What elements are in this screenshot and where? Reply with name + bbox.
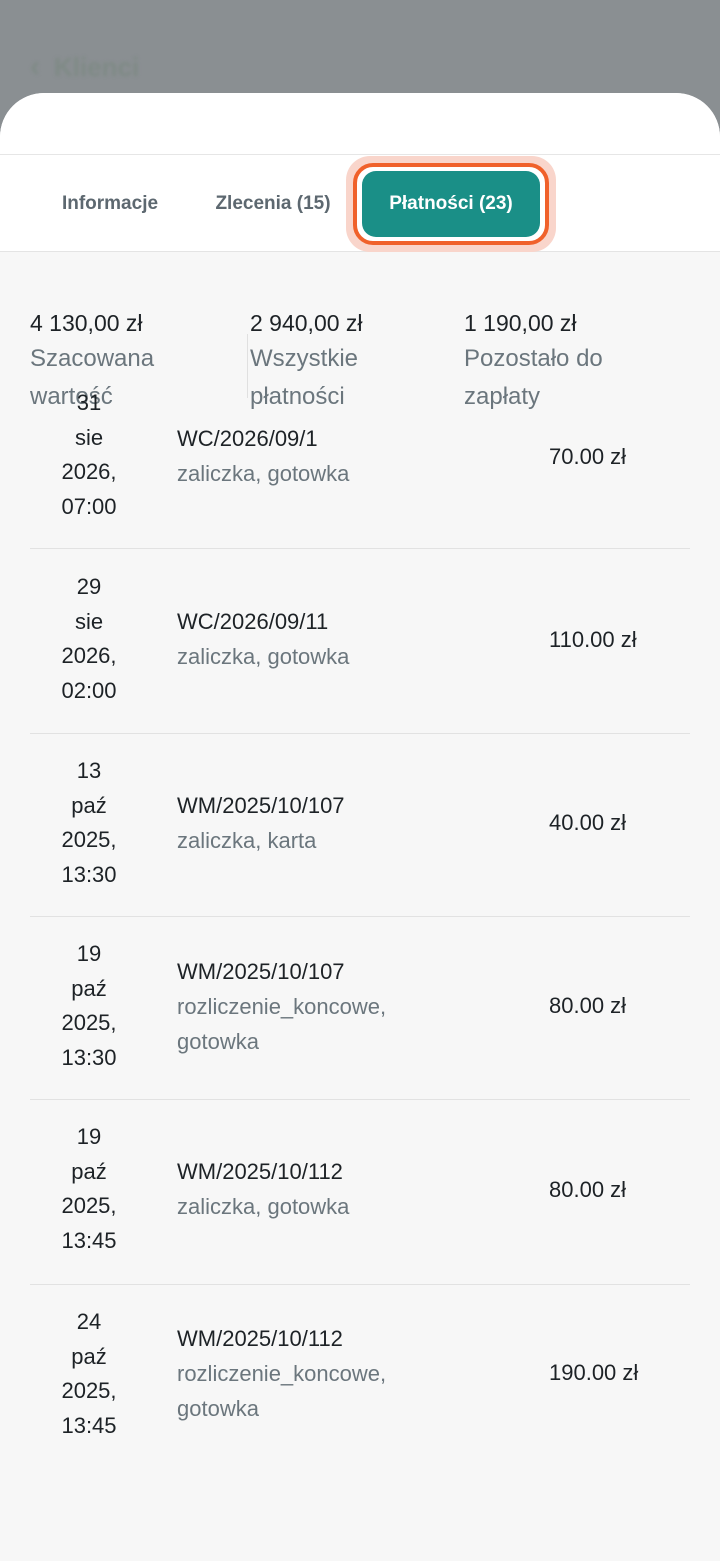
payment-row[interactable]: 24 paź 2025, 13:45 WM/2025/10/112 rozlic… bbox=[30, 1285, 690, 1467]
payment-ref: WM/2025/10/107 bbox=[177, 959, 345, 984]
payment-time: 02:00 bbox=[61, 677, 117, 703]
summary-amount: 1 190,00 zł bbox=[464, 310, 577, 336]
payment-row[interactable]: 13 paź 2025, 13:30 WM/2025/10/107 zalicz… bbox=[30, 734, 690, 917]
payment-date: 24 paź 2025, 13:45 bbox=[30, 1305, 148, 1443]
payment-date: 19 paź 2025, 13:45 bbox=[30, 1120, 148, 1258]
payment-date: 31 sie 2026, 07:00 bbox=[30, 386, 148, 524]
payment-amount: 70.00 zł bbox=[549, 444, 627, 469]
payment-day: 29 bbox=[76, 574, 102, 599]
payment-year: 2025, bbox=[61, 1193, 117, 1218]
payment-ref: WC/2026/09/11 bbox=[177, 609, 329, 634]
back-label: Klienci bbox=[54, 51, 140, 82]
payment-date: 29 sie 2026, 02:00 bbox=[30, 570, 148, 708]
summary-label-line: Wszystkie bbox=[250, 345, 358, 372]
payment-month: paź bbox=[71, 792, 107, 818]
payment-amount: 80.00 zł bbox=[549, 1177, 627, 1202]
sheet-top-bar: > bbox=[0, 93, 720, 155]
payment-desc-line: gotowka bbox=[177, 1029, 259, 1054]
payment-desc: rozliczenie_koncowe, gotowka bbox=[177, 1356, 477, 1426]
payment-month: paź bbox=[71, 1343, 107, 1369]
payment-amount: 190.00 zł bbox=[549, 1360, 639, 1385]
payment-ref: WM/2025/10/112 bbox=[177, 1159, 343, 1184]
payment-year: 2026, bbox=[61, 643, 117, 668]
payment-row[interactable]: 31 sie 2026, 07:00 WC/2026/09/1 zaliczka… bbox=[30, 369, 690, 549]
payment-time: 13:45 bbox=[61, 1227, 117, 1253]
payment-desc: zaliczka, karta bbox=[177, 823, 477, 858]
back-link[interactable]: ‹ Klienci bbox=[30, 50, 139, 84]
payment-row[interactable]: 19 paź 2025, 13:30 WM/2025/10/107 rozlic… bbox=[30, 917, 690, 1100]
payment-ref: WM/2025/10/112 bbox=[177, 1326, 343, 1351]
payment-desc: zaliczka, gotowka bbox=[177, 1189, 477, 1224]
chevron-left-icon: ‹ bbox=[30, 50, 40, 83]
summary-amount: 2 940,00 zł bbox=[250, 310, 363, 336]
tab-platnosci[interactable]: Płatności (23) bbox=[362, 171, 540, 237]
payment-year: 2025, bbox=[61, 1010, 117, 1035]
payment-month: sie bbox=[74, 424, 104, 450]
payment-year: 2025, bbox=[61, 827, 117, 852]
payment-time: 13:30 bbox=[61, 861, 117, 887]
payment-desc-line: rozliczenie_koncowe, bbox=[177, 1361, 387, 1386]
payment-row[interactable]: 19 paź 2025, 13:45 WM/2025/10/112 zalicz… bbox=[30, 1100, 690, 1285]
tab-zlecenia[interactable]: Zlecenia (15) bbox=[196, 155, 350, 252]
summary-amount: 4 130,00 zł bbox=[30, 310, 143, 336]
payment-month: sie bbox=[74, 608, 104, 634]
payment-desc-line: zaliczka, gotowka bbox=[177, 1194, 350, 1219]
tab-platnosci-focus-ring: Płatności (23) bbox=[353, 163, 549, 245]
payment-amount: 80.00 zł bbox=[549, 993, 627, 1018]
payment-date: 19 paź 2025, 13:30 bbox=[30, 937, 148, 1075]
payment-day: 19 bbox=[76, 941, 102, 966]
tab-informacje[interactable]: Informacje bbox=[40, 155, 180, 252]
payment-day: 24 bbox=[76, 1309, 102, 1334]
payment-desc-line: zaliczka, karta bbox=[177, 828, 317, 853]
payment-month: paź bbox=[71, 1158, 107, 1184]
payment-ref: WC/2026/09/1 bbox=[177, 426, 318, 451]
payment-ref: WM/2025/10/107 bbox=[177, 793, 345, 818]
payment-desc: rozliczenie_koncowe, gotowka bbox=[177, 989, 477, 1059]
payment-month: paź bbox=[71, 975, 107, 1001]
payments-list: 31 sie 2026, 07:00 WC/2026/09/1 zaliczka… bbox=[30, 369, 690, 1467]
payment-time: 13:45 bbox=[61, 1412, 117, 1438]
payment-date: 13 paź 2025, 13:30 bbox=[30, 754, 148, 892]
payment-day: 19 bbox=[76, 1124, 102, 1149]
summary-label-line: Pozostało do bbox=[464, 345, 603, 372]
summary-label-line: Szacowana bbox=[30, 345, 155, 372]
payment-desc-line: gotowka bbox=[177, 1396, 259, 1421]
payment-amount: 40.00 zł bbox=[549, 810, 627, 835]
payment-day: 31 bbox=[76, 390, 102, 415]
tab-bar: Informacje Zlecenia (15) Płatności (23) bbox=[0, 155, 720, 252]
payment-year: 2025, bbox=[61, 1378, 117, 1403]
payment-desc: zaliczka, gotowka bbox=[177, 639, 477, 674]
payment-desc-line: zaliczka, gotowka bbox=[177, 461, 350, 486]
sheet-corner-glyph: > bbox=[0, 101, 10, 118]
payment-day: 13 bbox=[76, 758, 102, 783]
payment-time: 13:30 bbox=[61, 1044, 117, 1070]
tab-platnosci-focus-halo: Płatności (23) bbox=[346, 156, 556, 252]
payment-desc-line: rozliczenie_koncowe, bbox=[177, 994, 387, 1019]
payment-row[interactable]: 29 sie 2026, 02:00 WC/2026/09/11 zaliczk… bbox=[30, 549, 690, 734]
payment-year: 2026, bbox=[61, 459, 117, 484]
payment-desc-line: zaliczka, gotowka bbox=[177, 644, 350, 669]
payment-time: 07:00 bbox=[61, 493, 117, 519]
payment-amount: 110.00 zł bbox=[549, 627, 637, 652]
payment-desc: zaliczka, gotowka bbox=[177, 456, 477, 491]
